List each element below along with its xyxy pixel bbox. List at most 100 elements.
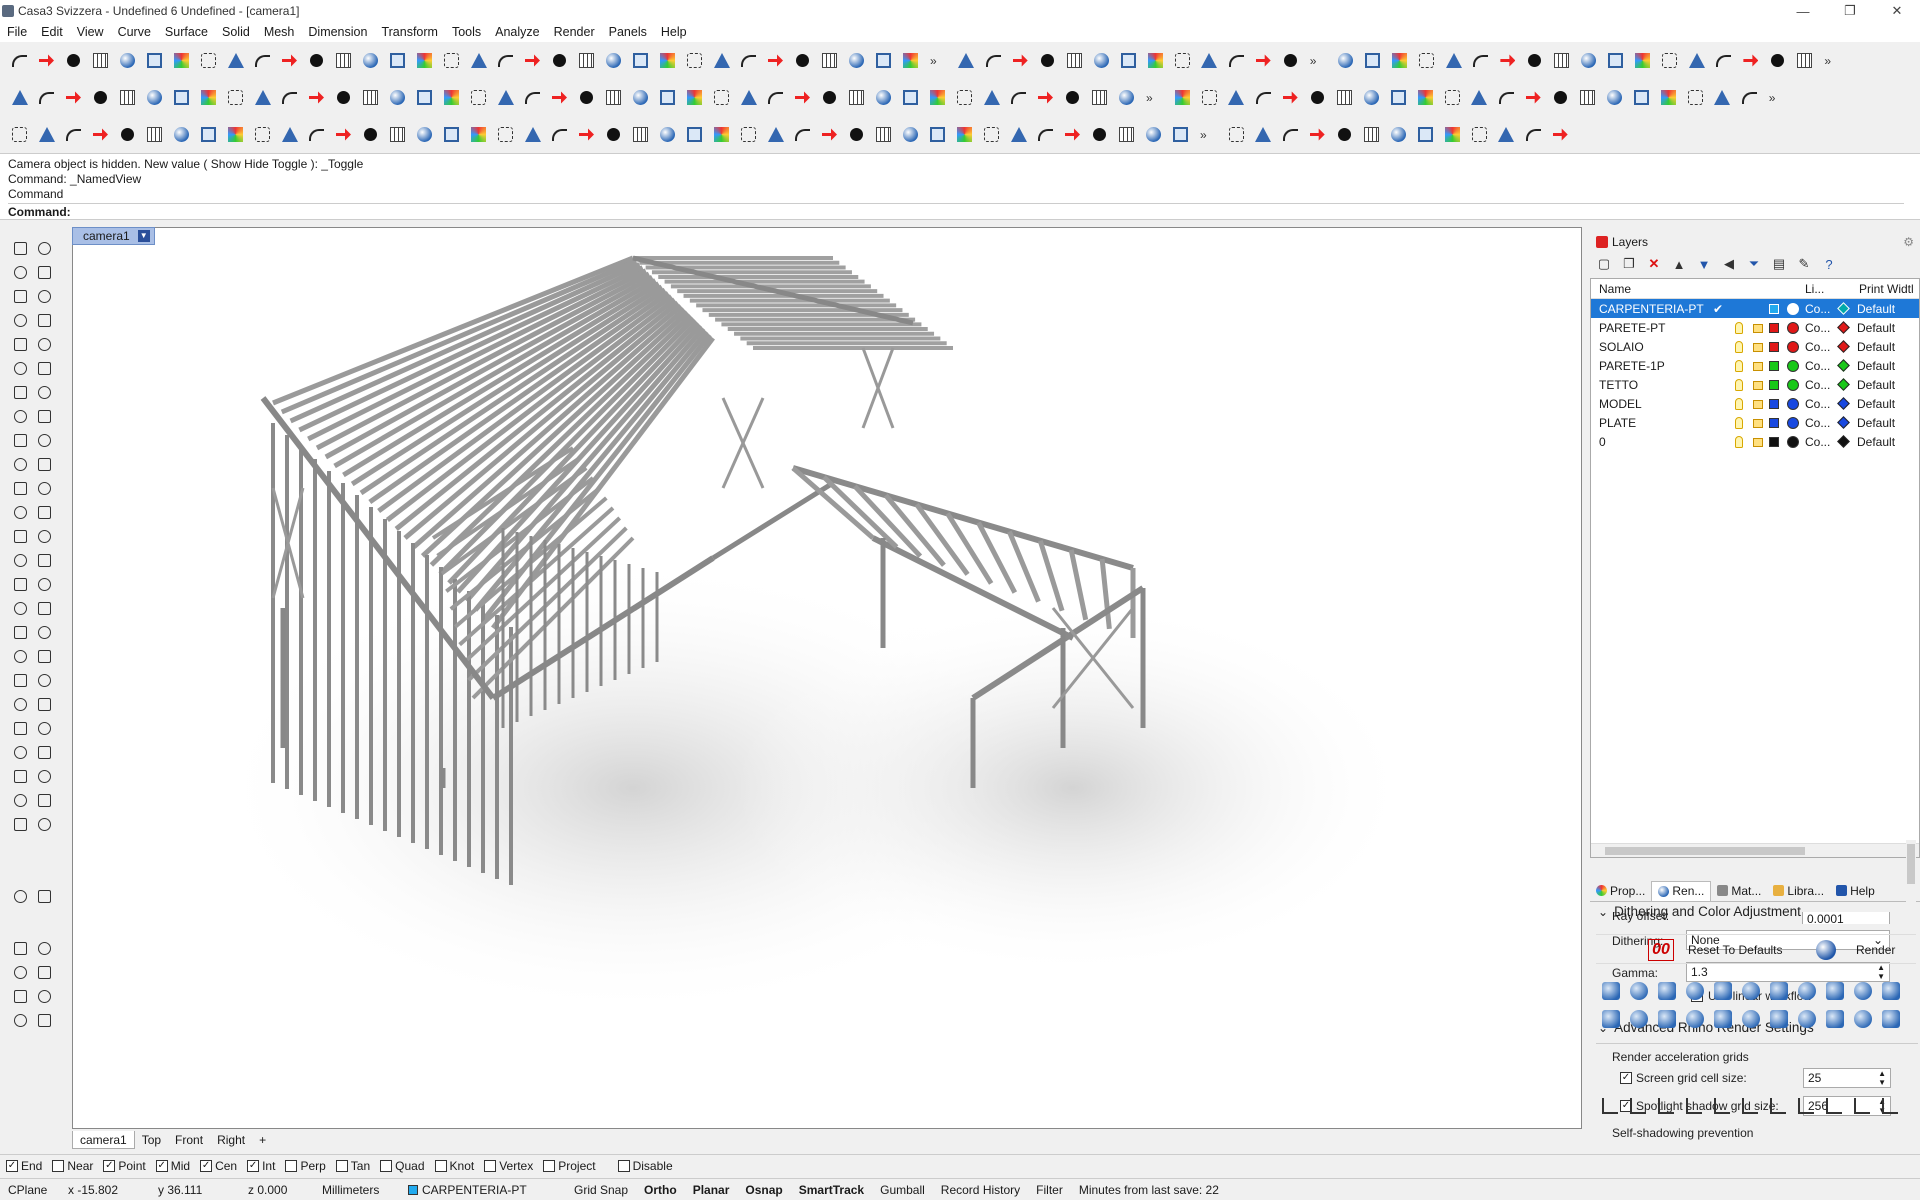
layer-linetype[interactable]: Co... xyxy=(1805,340,1830,354)
mesh-grid-icon[interactable] xyxy=(388,125,407,144)
snap-tool-icon[interactable] xyxy=(1854,1098,1870,1114)
curve-tool-icon[interactable] xyxy=(34,1010,54,1030)
color-wheel-icon[interactable] xyxy=(901,51,920,70)
sphere-icon[interactable] xyxy=(1389,125,1408,144)
mesh-grid-icon[interactable] xyxy=(631,125,650,144)
close-button[interactable]: ✕ xyxy=(1877,0,1917,22)
render-tool-icon[interactable] xyxy=(1630,982,1648,1000)
menu-tools[interactable]: Tools xyxy=(445,22,488,42)
mesh-grid-icon[interactable] xyxy=(1090,88,1109,107)
sphere-icon[interactable] xyxy=(145,88,164,107)
render-tool-icon[interactable] xyxy=(1826,1010,1844,1028)
curve-icon[interactable] xyxy=(1740,88,1759,107)
curve-tool-icon[interactable] xyxy=(10,550,30,570)
osnap-checkbox[interactable]: ✓ xyxy=(103,1159,116,1172)
cone-icon[interactable] xyxy=(766,125,785,144)
point-icon[interactable] xyxy=(361,125,380,144)
arrow-icon[interactable] xyxy=(1063,125,1082,144)
select-tool-icon[interactable] xyxy=(34,238,54,258)
object-icon[interactable] xyxy=(1119,51,1138,70)
snap-tool-icon[interactable] xyxy=(1770,1098,1786,1114)
light-bulb-icon[interactable] xyxy=(1735,340,1743,353)
color-wheel-icon[interactable] xyxy=(469,125,488,144)
color-wheel-icon[interactable] xyxy=(415,51,434,70)
layer-print-width[interactable]: Default xyxy=(1857,302,1895,316)
point-icon[interactable] xyxy=(307,51,326,70)
point-icon[interactable] xyxy=(793,51,812,70)
print-color-diamond-icon[interactable] xyxy=(1837,416,1850,429)
menu-dimension[interactable]: Dimension xyxy=(301,22,374,42)
osnap-checkbox[interactable]: ✓ xyxy=(247,1159,260,1172)
polyline-icon[interactable] xyxy=(712,88,731,107)
mesh-grid-icon[interactable] xyxy=(1065,51,1084,70)
toolbar-overflow-icon[interactable]: » xyxy=(930,54,937,68)
select-tool-icon[interactable] xyxy=(34,454,54,474)
osnap-project[interactable]: Project xyxy=(543,1159,596,1173)
menu-mesh[interactable]: Mesh xyxy=(257,22,302,42)
curve-tool-icon[interactable] xyxy=(10,694,30,714)
menu-render[interactable]: Render xyxy=(547,22,602,42)
object-icon[interactable] xyxy=(1363,51,1382,70)
arrow-icon[interactable] xyxy=(334,125,353,144)
polyline-icon[interactable] xyxy=(1443,88,1462,107)
cone-icon[interactable] xyxy=(523,125,542,144)
mesh-grid-icon[interactable] xyxy=(874,125,893,144)
osnap-point[interactable]: ✓ Point xyxy=(103,1159,146,1173)
transform-tool-icon[interactable] xyxy=(34,286,54,306)
arrow-icon[interactable] xyxy=(1036,88,1055,107)
object-icon[interactable] xyxy=(901,88,920,107)
ortho-toggle[interactable]: Ortho xyxy=(636,1183,685,1197)
render-tool-icon[interactable] xyxy=(1658,982,1676,1000)
point-icon[interactable] xyxy=(604,125,623,144)
sphere-icon[interactable] xyxy=(658,125,677,144)
select-tool-icon[interactable] xyxy=(10,986,30,1006)
layer-linetype[interactable]: Co... xyxy=(1805,416,1830,430)
osnap-checkbox[interactable] xyxy=(617,1159,630,1172)
curve-icon[interactable] xyxy=(984,51,1003,70)
layer-print-width[interactable]: Default xyxy=(1857,378,1895,392)
arrow-icon[interactable] xyxy=(280,51,299,70)
transform-tool-icon[interactable] xyxy=(10,430,30,450)
render-tool-icon[interactable] xyxy=(1854,1010,1872,1028)
current-layer[interactable]: CARPENTERIA-PT xyxy=(400,1183,566,1197)
object-icon[interactable] xyxy=(1171,125,1190,144)
osnap-checkbox[interactable] xyxy=(434,1159,447,1172)
curve-tool-icon[interactable] xyxy=(10,406,30,426)
curve-tool-icon[interactable] xyxy=(34,938,54,958)
transform-tool-icon[interactable] xyxy=(10,790,30,810)
mesh-grid-icon[interactable] xyxy=(1362,125,1381,144)
render-tool-icon[interactable] xyxy=(1742,1010,1760,1028)
color-wheel-icon[interactable] xyxy=(1173,88,1192,107)
new-layer-icon[interactable]: ▢ xyxy=(1596,256,1612,272)
print-color-diamond-icon[interactable] xyxy=(1837,340,1850,353)
viewport-title-tab[interactable]: camera1 ▼ xyxy=(72,227,155,245)
cone-icon[interactable] xyxy=(1200,51,1219,70)
layer-print-width[interactable]: Default xyxy=(1857,359,1895,373)
menu-edit[interactable]: Edit xyxy=(34,22,70,42)
sphere-icon[interactable] xyxy=(874,88,893,107)
polyline-icon[interactable] xyxy=(1200,88,1219,107)
osnap-vertex[interactable]: Vertex xyxy=(484,1159,533,1173)
polyline-icon[interactable] xyxy=(496,125,515,144)
layer-print-width[interactable]: Default xyxy=(1857,340,1895,354)
curve-icon[interactable] xyxy=(1524,125,1543,144)
object-icon[interactable] xyxy=(1389,88,1408,107)
curve-icon[interactable] xyxy=(1254,88,1273,107)
layer-row[interactable]: PARETE-PT Co... Default xyxy=(1591,318,1919,337)
layer-color-swatch[interactable] xyxy=(1769,379,1779,390)
curve-icon[interactable] xyxy=(739,51,758,70)
tab-right[interactable]: Right xyxy=(210,1131,252,1149)
select-tool-icon[interactable] xyxy=(34,742,54,762)
gumball-toggle[interactable]: Gumball xyxy=(872,1183,933,1197)
tab-libraries[interactable]: Libra... xyxy=(1767,881,1830,901)
sphere-icon[interactable] xyxy=(1579,51,1598,70)
menu-surface[interactable]: Surface xyxy=(158,22,215,42)
arrow-icon[interactable] xyxy=(1524,88,1543,107)
color-wheel-icon[interactable] xyxy=(1633,51,1652,70)
column-linetype[interactable]: Li... xyxy=(1805,282,1824,296)
print-color-diamond-icon[interactable] xyxy=(1837,435,1850,448)
curve-icon[interactable] xyxy=(550,125,569,144)
curve-tool-icon[interactable] xyxy=(10,1010,30,1030)
layer-row[interactable]: CARPENTERIA-PT ✔ Co... Default xyxy=(1591,299,1919,318)
print-color-diamond-icon[interactable] xyxy=(1837,302,1850,315)
